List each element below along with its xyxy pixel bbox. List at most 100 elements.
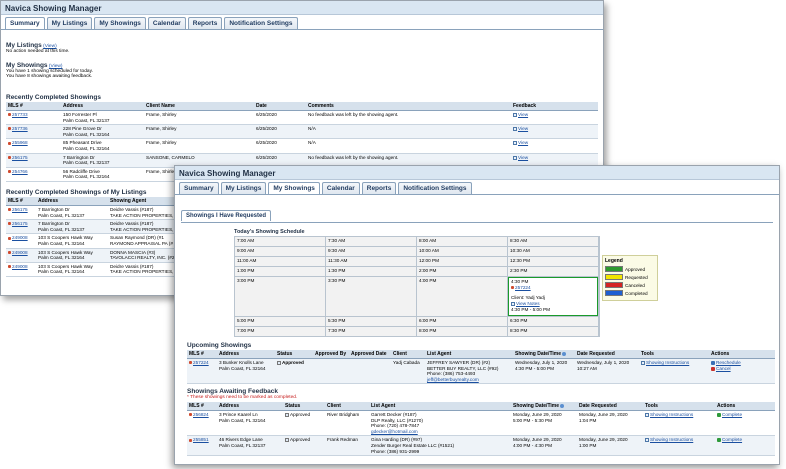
time-slot[interactable]: 5:30 PM xyxy=(326,317,416,326)
time-slot[interactable]: 6:30 PM xyxy=(508,317,598,326)
tab-my-listings[interactable]: My Listings xyxy=(220,182,267,194)
tab-my-listings[interactable]: My Listings xyxy=(46,17,93,29)
client: Frank Redman xyxy=(325,435,369,457)
col-comments: Comments xyxy=(306,102,511,111)
view-notes-link[interactable]: View Notes xyxy=(516,301,540,306)
booked-time-slot[interactable]: 4:30 PM 257224 Client: Yadj Yadj View No… xyxy=(508,277,598,316)
agent-office: RAYMOND APPRAISAL PA (# xyxy=(110,240,173,246)
time-slot[interactable]: 7:00 PM xyxy=(235,327,325,336)
mls-link[interactable]: 256175 xyxy=(12,207,28,213)
time-slot[interactable]: 11:30 AM xyxy=(326,257,416,266)
reschedule-link[interactable]: Reschedule xyxy=(716,360,741,365)
status-legend: Legend Approved Requested Canceled Compl… xyxy=(602,255,658,301)
feedback-view-link[interactable]: View xyxy=(518,140,528,145)
instructions-icon xyxy=(645,413,649,417)
time-slot[interactable]: 8:00 AM xyxy=(417,237,507,246)
table-row: 255968 85 Pheasant Drive Palm Coast, FL 3… xyxy=(6,138,598,154)
mls-link[interactable]: 254766 xyxy=(12,169,28,175)
time-slot[interactable]: 7:00 AM xyxy=(235,237,325,246)
tab-showings-requested[interactable]: Showings I Have Requested xyxy=(181,210,272,221)
showing-instructions-link[interactable]: Showing Instructions xyxy=(646,360,689,365)
mls-link[interactable]: 256175 xyxy=(12,221,28,227)
tab-summary[interactable]: Summary xyxy=(5,17,45,29)
tab-notification-settings[interactable]: Notification Settings xyxy=(224,17,298,29)
status-text: Approved xyxy=(290,412,311,417)
time-slot[interactable]: 1:00 PM xyxy=(235,267,325,276)
time-slot[interactable]: 5:00 PM xyxy=(235,317,325,326)
time-slot[interactable]: 1:30 PM xyxy=(326,267,416,276)
instructions-icon xyxy=(645,438,649,443)
showing-instructions-link[interactable]: Showing Instructions xyxy=(650,412,693,417)
col-mls: MLS # xyxy=(187,402,217,411)
time-slot[interactable]: 10:00 AM xyxy=(417,247,507,256)
time-slot[interactable]: 8:00 PM xyxy=(417,327,507,336)
col-tools: Tools xyxy=(643,402,715,411)
time-slot[interactable]: 3:00 PM xyxy=(235,277,325,316)
time-slot[interactable]: 4:00 PM xyxy=(417,277,507,316)
time-slot[interactable]: 7:30 PM xyxy=(326,327,416,336)
mls-link[interactable]: 257736 xyxy=(12,126,28,132)
mls-link[interactable]: 257224 xyxy=(193,360,209,366)
time-slot[interactable]: 10:30 AM xyxy=(508,247,598,256)
col-client-name: Client Name xyxy=(144,102,254,111)
booked-mls-link[interactable]: 257224 xyxy=(515,285,531,291)
mls-link[interactable]: 249008 xyxy=(12,250,28,256)
time-slot[interactable]: 6:00 PM xyxy=(417,317,507,326)
tab-notification-settings[interactable]: Notification Settings xyxy=(398,182,472,194)
main-tabs: Summary My Listings My Showings Calendar… xyxy=(1,15,603,30)
tab-calendar[interactable]: Calendar xyxy=(147,17,186,29)
cancel-link[interactable]: Cancel xyxy=(716,366,731,371)
mls-link[interactable]: 257733 xyxy=(12,112,28,118)
tab-my-showings[interactable]: My Showings xyxy=(94,17,146,29)
time-slot[interactable]: 3:30 PM xyxy=(326,277,416,316)
time-slot[interactable]: 8:30 AM xyxy=(508,237,598,246)
mls-link[interactable]: 249008 xyxy=(12,264,28,270)
approved-by xyxy=(313,358,349,385)
col-label: Showing Date/Time xyxy=(513,403,560,409)
feedback-view-link[interactable]: View xyxy=(518,126,528,131)
sort-icon[interactable] xyxy=(560,404,565,408)
col-showing-datetime[interactable]: Showing Date/Time xyxy=(511,402,577,411)
mls-link[interactable]: 256175 xyxy=(12,155,28,161)
time-slot[interactable]: 9:00 AM xyxy=(235,247,325,256)
time-slot[interactable]: 11:00 AM xyxy=(235,257,325,266)
showing-time: 4:30 PM - 5:00 PM xyxy=(515,365,555,371)
address-city: Palm Coast, FL 32164 xyxy=(219,417,266,423)
app-title: Navica Showing Manager xyxy=(1,1,603,15)
col-address: Address xyxy=(36,197,108,206)
table-row: 249008 103 S Coopers Hawk Way Palm Coast,… xyxy=(6,262,182,277)
col-showing-datetime[interactable]: Showing Date/Time xyxy=(513,350,575,359)
complete-link[interactable]: Complete xyxy=(722,412,742,417)
mls-link[interactable]: 256824 xyxy=(193,412,209,418)
tab-reports[interactable]: Reports xyxy=(361,182,397,194)
mls-link[interactable]: 249008 xyxy=(12,235,28,241)
time-slot[interactable]: 12:30 PM xyxy=(508,257,598,266)
agent-email-link[interactable]: jeff@betterbuyrealty.com xyxy=(427,377,511,383)
feedback-view-link[interactable]: View xyxy=(518,112,528,117)
mls-link[interactable]: 255851 xyxy=(193,437,209,443)
tab-my-showings[interactable]: My Showings xyxy=(268,182,320,194)
table-row: 256824 3 Prince Kaarel Ln Palm Coast, FL … xyxy=(187,410,775,437)
time-slot[interactable]: 2:00 PM xyxy=(417,267,507,276)
time-slot[interactable]: 12:00 PM xyxy=(417,257,507,266)
feedback-view-link[interactable]: View xyxy=(518,155,528,160)
completion-warning: * These showings need to be marked as co… xyxy=(187,395,298,400)
time-slot[interactable]: 8:30 PM xyxy=(508,327,598,336)
tab-reports[interactable]: Reports xyxy=(187,17,223,29)
time-slot[interactable]: 7:30 AM xyxy=(326,237,416,246)
tab-summary[interactable]: Summary xyxy=(179,182,219,194)
time-slot[interactable]: 9:30 AM xyxy=(326,247,416,256)
complete-link[interactable]: Complete xyxy=(722,437,742,442)
subtab-bar: Showings I Have Requested xyxy=(181,210,773,223)
legend-label: Requested xyxy=(625,274,648,280)
col-actions: Actions xyxy=(715,402,775,411)
legend-swatch xyxy=(605,266,623,272)
mls-link[interactable]: 255968 xyxy=(12,140,28,146)
time-slot[interactable]: 2:30 PM xyxy=(508,267,598,276)
sort-icon[interactable] xyxy=(562,352,567,356)
showing-instructions-link[interactable]: Showing Instructions xyxy=(650,437,693,442)
tab-calendar[interactable]: Calendar xyxy=(321,182,360,194)
instructions-icon xyxy=(641,361,645,365)
agent-email-link[interactable]: gdecker@hotmail.com xyxy=(371,429,509,435)
showing-date: 6/25/2020 xyxy=(254,124,306,140)
